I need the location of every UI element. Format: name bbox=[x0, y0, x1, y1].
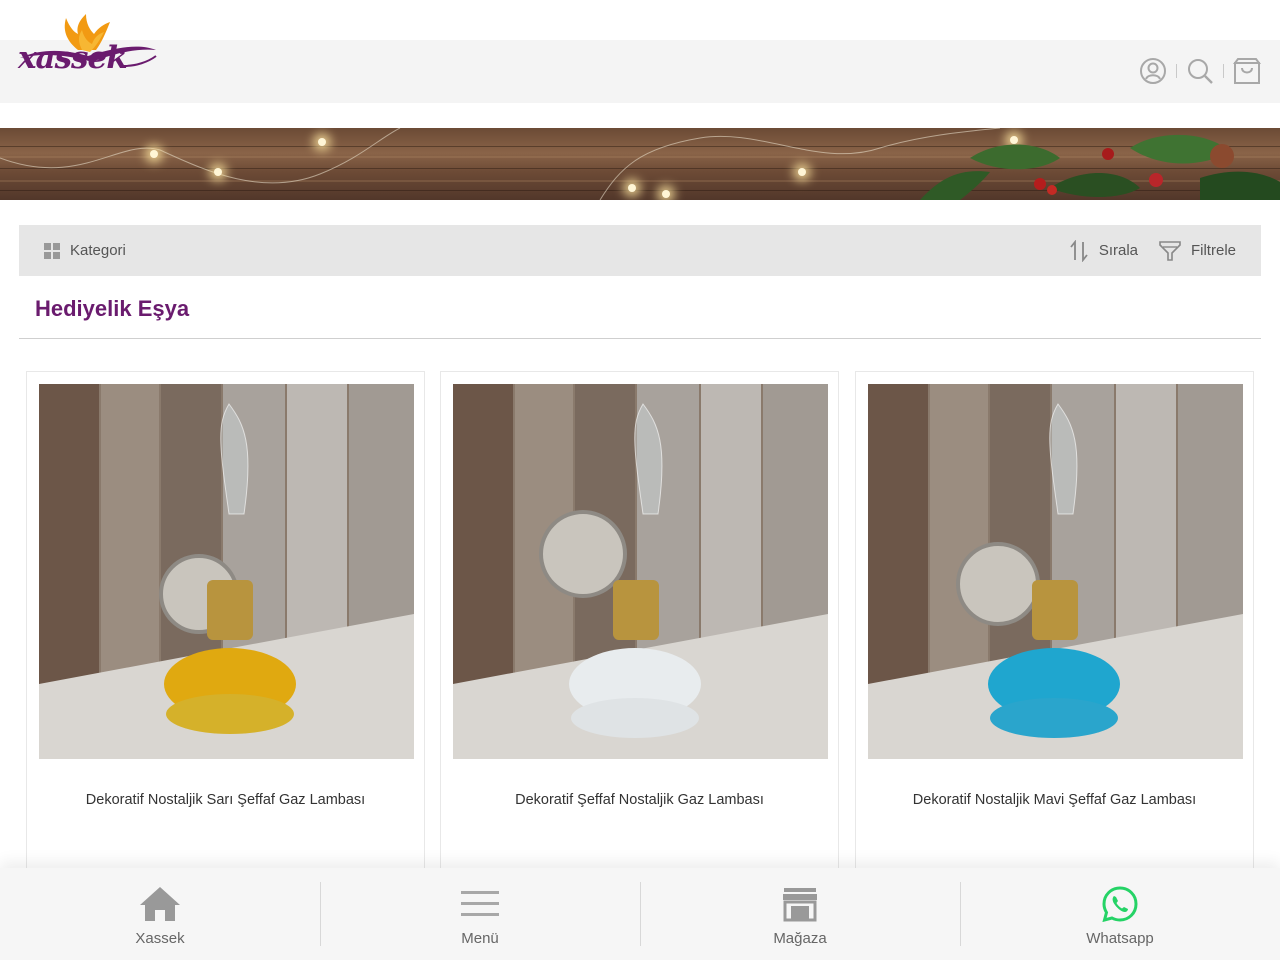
product-name[interactable]: Dekoratif Nostaljik Sarı Şeffaf Gaz Lamb… bbox=[27, 792, 424, 808]
filter-button[interactable]: Filtrele bbox=[1159, 225, 1236, 276]
page-title: Hediyelik Eşya bbox=[35, 296, 190, 321]
logo-wordmark: xassek bbox=[18, 40, 128, 76]
header-separator bbox=[1176, 64, 1177, 78]
sort-icon bbox=[1070, 239, 1088, 262]
bottom-navigation: Xassek Menü Mağaza Whatsapp bbox=[0, 868, 1280, 960]
product-image[interactable] bbox=[868, 384, 1243, 759]
product-name[interactable]: Dekoratif Nostaljik Mavi Şeffaf Gaz Lamb… bbox=[856, 792, 1253, 808]
sort-button[interactable]: Sırala bbox=[1069, 225, 1138, 276]
product-image[interactable] bbox=[453, 384, 828, 759]
user-icon[interactable] bbox=[1138, 56, 1168, 86]
home-icon bbox=[138, 884, 182, 924]
product-image[interactable] bbox=[39, 384, 414, 759]
search-icon[interactable] bbox=[1185, 56, 1215, 86]
product-card[interactable]: Dekoratif Nostaljik Mavi Şeffaf Gaz Lamb… bbox=[855, 371, 1254, 891]
product-card[interactable]: Dekoratif Nostaljik Sarı Şeffaf Gaz Lamb… bbox=[26, 371, 425, 891]
cart-icon[interactable] bbox=[1232, 56, 1262, 86]
product-name[interactable]: Dekoratif Şeffaf Nostaljik Gaz Lambası bbox=[441, 792, 838, 808]
listing-toolbar: Kategori Sırala Filtrele bbox=[19, 225, 1261, 276]
store-icon bbox=[782, 884, 818, 924]
nav-store[interactable]: Mağaza bbox=[640, 868, 960, 960]
category-button[interactable]: Kategori bbox=[44, 225, 126, 276]
filter-icon bbox=[1159, 240, 1181, 261]
title-divider bbox=[19, 338, 1261, 339]
nav-whatsapp[interactable]: Whatsapp bbox=[960, 868, 1280, 960]
sort-label: Sırala bbox=[1098, 242, 1138, 259]
nav-whatsapp-label: Whatsapp bbox=[1086, 930, 1154, 947]
whatsapp-icon bbox=[1102, 884, 1138, 924]
product-card[interactable]: Dekoratif Şeffaf Nostaljik Gaz Lambası bbox=[440, 371, 839, 891]
site-header bbox=[0, 40, 1280, 103]
holiday-banner bbox=[0, 128, 1280, 200]
nav-menu-label: Menü bbox=[461, 930, 499, 947]
nav-menu[interactable]: Menü bbox=[320, 868, 640, 960]
nav-home-label: Xassek bbox=[135, 930, 185, 947]
nav-store-label: Mağaza bbox=[773, 930, 827, 947]
header-actions bbox=[1138, 56, 1262, 86]
category-label: Kategori bbox=[70, 242, 126, 259]
filter-label: Filtrele bbox=[1190, 242, 1236, 259]
nav-home[interactable]: Xassek bbox=[0, 868, 320, 960]
page: xassek Kategori Sırala Filtrele Hediyeli… bbox=[0, 0, 1280, 960]
holly-decoration bbox=[920, 134, 1280, 200]
menu-icon bbox=[461, 884, 499, 924]
header-separator bbox=[1223, 64, 1224, 78]
grid-icon bbox=[44, 242, 60, 259]
